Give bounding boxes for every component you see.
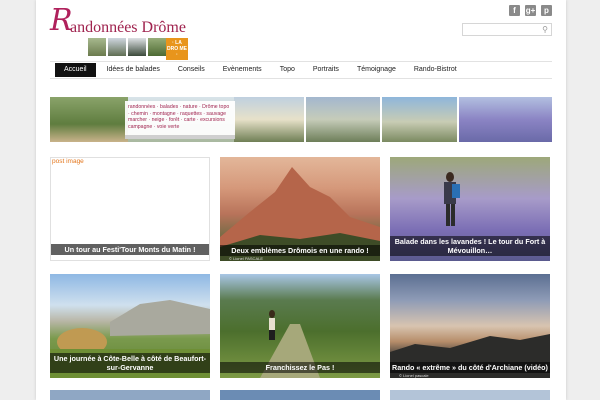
post-image[interactable] [220,390,380,400]
nav-item-portraits[interactable]: Portraits [304,63,348,77]
nav-item-idees-de-balades[interactable]: Idées de balades [98,63,169,77]
header-banner: randonnées · balades · nature · Drôme to… [50,97,552,142]
photo-credit: © Lionel pascale [399,373,429,378]
post-card[interactable]: Franchissez le Pas ! [220,274,380,378]
facebook-icon[interactable]: f [509,5,520,16]
logo-thumb-image [148,38,166,56]
banner-photo [306,97,380,142]
post-title[interactable]: Deux emblèmes Drômois en une rando ! [220,245,380,256]
post-card[interactable] [50,390,210,400]
search-icon[interactable]: ⚲ [542,24,548,35]
banner-tagline: randonnées · balades · nature · Drôme to… [125,101,235,139]
logo-thumbnails [88,38,166,56]
banner-photo [234,97,304,142]
banner-photo [459,97,552,142]
nav-item-evenements[interactable]: Evènements [214,63,271,77]
photo-credit: © Lionel PASCALE [229,256,264,261]
nav-item-rando-bistrot[interactable]: Rando-Bistrot [405,63,466,77]
nav-item-conseils[interactable]: Conseils [169,63,214,77]
google-plus-icon[interactable]: g+ [525,5,536,16]
pinterest-icon[interactable]: p [541,5,552,16]
banner-photo [50,97,128,142]
logo-badge: · LA DRO ME · [166,38,188,60]
logo-thumb-image [128,38,146,56]
post-card[interactable]: Une journée à Côte-Belle à côté de Beauf… [50,274,210,378]
main-nav: Accueil Idées de balades Conseils Evènem… [50,61,552,79]
post-image[interactable] [50,390,210,400]
social-links: f g+ p [509,5,552,16]
post-title[interactable]: Balade dans les lavandes ! Le tour du Fo… [390,236,550,256]
post-card[interactable]: Deux emblèmes Drômois en une rando ! © L… [220,157,380,261]
post-title[interactable]: Rando « extrême » du côté d'Archiane (vi… [390,362,550,373]
nav-item-accueil[interactable]: Accueil [55,63,96,77]
logo-thumb-image [108,38,126,56]
page: R andonnées Drôme · LA DRO ME · f g+ p ⚲… [36,0,566,400]
post-card[interactable]: Rando « extrême » du côté d'Archiane (vi… [390,274,550,378]
site-logo[interactable]: R andonnées Drôme · LA DRO ME · [50,4,210,62]
logo-thumb-image [88,38,106,56]
post-card[interactable] [390,390,550,400]
post-card[interactable]: post image Un tour au Festi'Tour Monts d… [50,157,210,261]
nav-item-topo[interactable]: Topo [271,63,304,77]
post-image-placeholder: post image [52,158,84,165]
logo-text: andonnées Drôme [70,19,186,36]
post-card[interactable]: Balade dans les lavandes ! Le tour du Fo… [390,157,550,261]
banner-photo [382,97,457,142]
post-title[interactable]: Une journée à Côte-Belle à côté de Beauf… [50,353,210,373]
post-image[interactable] [390,390,550,400]
post-card[interactable] [220,390,380,400]
post-title[interactable]: Franchissez le Pas ! [220,362,380,373]
search-input[interactable]: ⚲ [462,23,552,36]
post-title[interactable]: Un tour au Festi'Tour Monts du Matin ! [51,244,209,255]
nav-item-temoignage[interactable]: Témoignage [348,63,405,77]
